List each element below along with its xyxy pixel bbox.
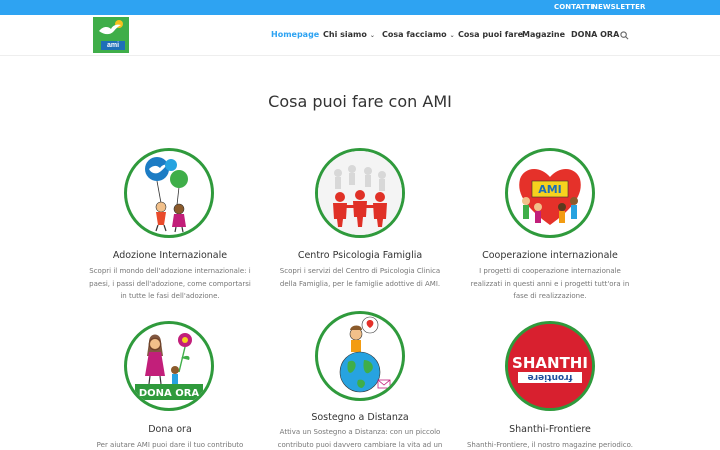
nav-cosa-puoi-fare[interactable]: Cosa puoi fare [458, 30, 523, 39]
nav-label: Cosa puoi fare [458, 30, 524, 39]
card-title[interactable]: Adozione Internazionale [70, 250, 270, 261]
shanthi-frontiere-image[interactable]: SHANTHI frontiere [505, 321, 595, 411]
nav-label: Chi siamo [323, 30, 367, 39]
nav-label: Magazine [522, 30, 566, 39]
nav-label: Homepage [271, 30, 320, 39]
card-title[interactable]: Sostegno a Distanza [260, 412, 460, 423]
heart-icon [366, 320, 374, 328]
search-icon[interactable] [620, 31, 629, 40]
card-description: Scopri il mondo dell'adozione internazio… [89, 267, 251, 300]
dona-ora-image[interactable]: DONA ORA [124, 321, 214, 411]
nav-dona-ora[interactable]: DONA ORA [571, 30, 619, 39]
heart-children-illustration: AMI [519, 168, 581, 225]
card-description: Per aiutare AMI puoi dare il tuo contrib… [96, 441, 244, 449]
nav-cosa-facciamo[interactable]: Cosa facciamo ⌄ [382, 30, 455, 39]
chevron-down-icon: ⌄ [369, 32, 375, 39]
top-bar: CONTATTI NEWSLETTER [0, 0, 720, 15]
card-description: Attiva un Sostegno a Distanza: con un pi… [277, 428, 443, 449]
card-title[interactable]: Shanthi-Frontiere [450, 424, 650, 435]
adozione-image[interactable] [124, 148, 214, 238]
card-title[interactable]: Centro Psicologia Famiglia [260, 250, 460, 261]
card-description: Shanthi-Frontiere, il nostro magazine pe… [466, 441, 634, 449]
cooperazione-image[interactable]: AMI [505, 148, 595, 238]
main-header: ami Homepage Chi siamo ⌄ Cosa facciamo ⌄ C… [0, 15, 720, 56]
card-description: I progetti di cooperazione internazional… [470, 267, 630, 300]
contatti-link[interactable]: CONTATTI [554, 3, 593, 11]
newsletter-link[interactable]: NEWSLETTER [592, 3, 646, 11]
paper-chain-people-illustration [318, 151, 402, 235]
logo-text: ami [101, 41, 125, 50]
shanthi-magazine-logo: SHANTHI frontiere [508, 324, 592, 408]
card-title[interactable]: Cooperazione internazionale [450, 250, 650, 261]
dona-ora-badge-text: DONA ORA [139, 388, 200, 399]
nav-magazine[interactable]: Magazine [522, 30, 565, 39]
page-title: Cosa puoi fare con AMI [268, 92, 452, 111]
sostegno-distanza-image[interactable] [315, 311, 405, 401]
children-balloons-illustration [145, 157, 188, 233]
ami-logo[interactable]: ami [93, 17, 129, 53]
nav-chi-siamo[interactable]: Chi siamo ⌄ [323, 30, 375, 39]
card-title[interactable]: Dona ora [70, 424, 270, 435]
ami-sign-text: AMI [538, 183, 562, 196]
child-globe-illustration [339, 316, 391, 393]
frontiere-logo-text: frontiere [528, 372, 573, 382]
dove-icon [99, 24, 121, 35]
chevron-down-icon: ⌄ [449, 32, 455, 39]
nav-homepage[interactable]: Homepage [271, 30, 319, 39]
shanthi-logo-text: SHANTHI [512, 354, 588, 372]
centro-psicologia-image[interactable] [315, 148, 405, 238]
nav-label: DONA ORA [571, 30, 620, 39]
nav-label: Cosa facciamo [382, 30, 447, 39]
card-description: Scopri i servizi del Centro di Psicologi… [279, 267, 441, 288]
girl-flower-illustration: DONA ORA [135, 333, 203, 400]
